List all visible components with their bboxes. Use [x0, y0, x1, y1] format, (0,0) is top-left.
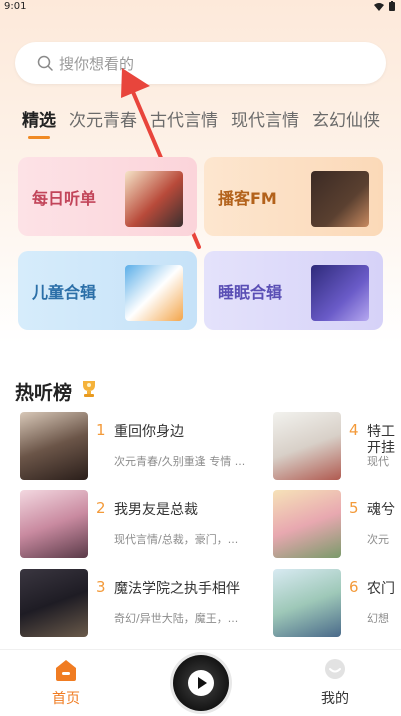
- home-icon: [56, 660, 76, 681]
- category-tabs: 精选 次元青春 古代言情 现代言情 玄幻仙侠: [22, 106, 393, 131]
- hot-list-item[interactable]: 5 魂兮 次元: [273, 490, 401, 558]
- tab-fantasy[interactable]: 玄幻仙侠: [312, 106, 380, 131]
- book-cover: [273, 569, 341, 637]
- card-cover-image: [125, 265, 183, 321]
- trophy-icon: [83, 381, 95, 397]
- nav-home-label: 首页: [52, 691, 80, 707]
- profile-icon: [325, 659, 345, 679]
- rank-number: 1: [96, 421, 106, 439]
- card-cover-image: [311, 171, 369, 227]
- hot-list-item[interactable]: 3 魔法学院之执手相伴 奇幻/异世大陆，魔王，...: [20, 569, 270, 637]
- book-tags: 次元青春/久别重逢 专情 ...: [114, 455, 246, 468]
- status-icons: [374, 1, 395, 11]
- card-label: 睡眠合辑: [218, 283, 283, 302]
- search-bar[interactable]: 搜你想看的: [15, 42, 386, 84]
- rank-number: 3: [96, 578, 106, 596]
- hot-list-item[interactable]: 4 特工 开挂 现代: [273, 412, 401, 480]
- book-tags: 奇幻/异世大陆，魔王，...: [114, 612, 239, 625]
- tab-youth[interactable]: 次元青春: [69, 106, 137, 131]
- rank-number: 4: [349, 421, 359, 439]
- card-label: 每日听单: [32, 189, 97, 208]
- book-cover: [273, 412, 341, 480]
- tab-active-indicator: [28, 136, 50, 139]
- rank-number: 6: [349, 578, 359, 596]
- book-cover: [273, 490, 341, 558]
- card-kids-collection[interactable]: 儿童合辑: [18, 251, 197, 330]
- tab-ancient-romance[interactable]: 古代言情: [150, 106, 218, 131]
- book-title: 农门: [367, 581, 395, 597]
- search-icon: [37, 55, 53, 71]
- book-tags: 现代言情/总裁，豪门，...: [114, 533, 239, 546]
- book-title: 我男友是总裁: [114, 502, 198, 518]
- book-tags: 次元: [367, 533, 389, 546]
- hot-list-title: 热听榜: [15, 382, 73, 404]
- book-cover: [20, 490, 88, 558]
- book-title: 魔法学院之执手相伴: [114, 581, 240, 597]
- tab-featured[interactable]: 精选: [22, 106, 56, 131]
- book-title: 重回你身边: [114, 424, 184, 440]
- status-bar: 9:01: [0, 0, 401, 14]
- nav-home[interactable]: 首页: [46, 658, 86, 708]
- rank-number: 5: [349, 499, 359, 517]
- card-label: 儿童合辑: [32, 283, 97, 302]
- tab-modern-romance[interactable]: 现代言情: [231, 106, 299, 131]
- search-placeholder: 搜你想看的: [59, 54, 135, 73]
- hot-list-item[interactable]: 1 重回你身边 次元青春/久别重逢 专情 ...: [20, 412, 270, 480]
- book-cover: [20, 412, 88, 480]
- card-sleep-collection[interactable]: 睡眠合辑: [204, 251, 383, 330]
- book-cover: [20, 569, 88, 637]
- card-cover-image: [125, 171, 183, 227]
- card-cover-image: [311, 265, 369, 321]
- hot-list-item[interactable]: 6 农门 幻想: [273, 569, 401, 637]
- rank-number: 2: [96, 499, 106, 517]
- battery-icon: [389, 1, 395, 11]
- player-button[interactable]: [173, 655, 229, 711]
- wifi-icon: [374, 2, 384, 11]
- play-icon: [188, 670, 214, 696]
- book-tags: 现代: [367, 455, 389, 468]
- book-tags: 幻想: [367, 612, 389, 625]
- hot-list-item[interactable]: 2 我男友是总裁 现代言情/总裁，豪门，...: [20, 490, 270, 558]
- card-daily-playlist[interactable]: 每日听单: [18, 157, 197, 236]
- book-title: 魂兮: [367, 502, 395, 518]
- status-time: 9:01: [4, 1, 27, 12]
- card-label: 播客FM: [218, 189, 277, 208]
- nav-mine-label: 我的: [321, 691, 349, 707]
- nav-mine[interactable]: 我的: [315, 658, 355, 708]
- card-podcast-fm[interactable]: 播客FM: [204, 157, 383, 236]
